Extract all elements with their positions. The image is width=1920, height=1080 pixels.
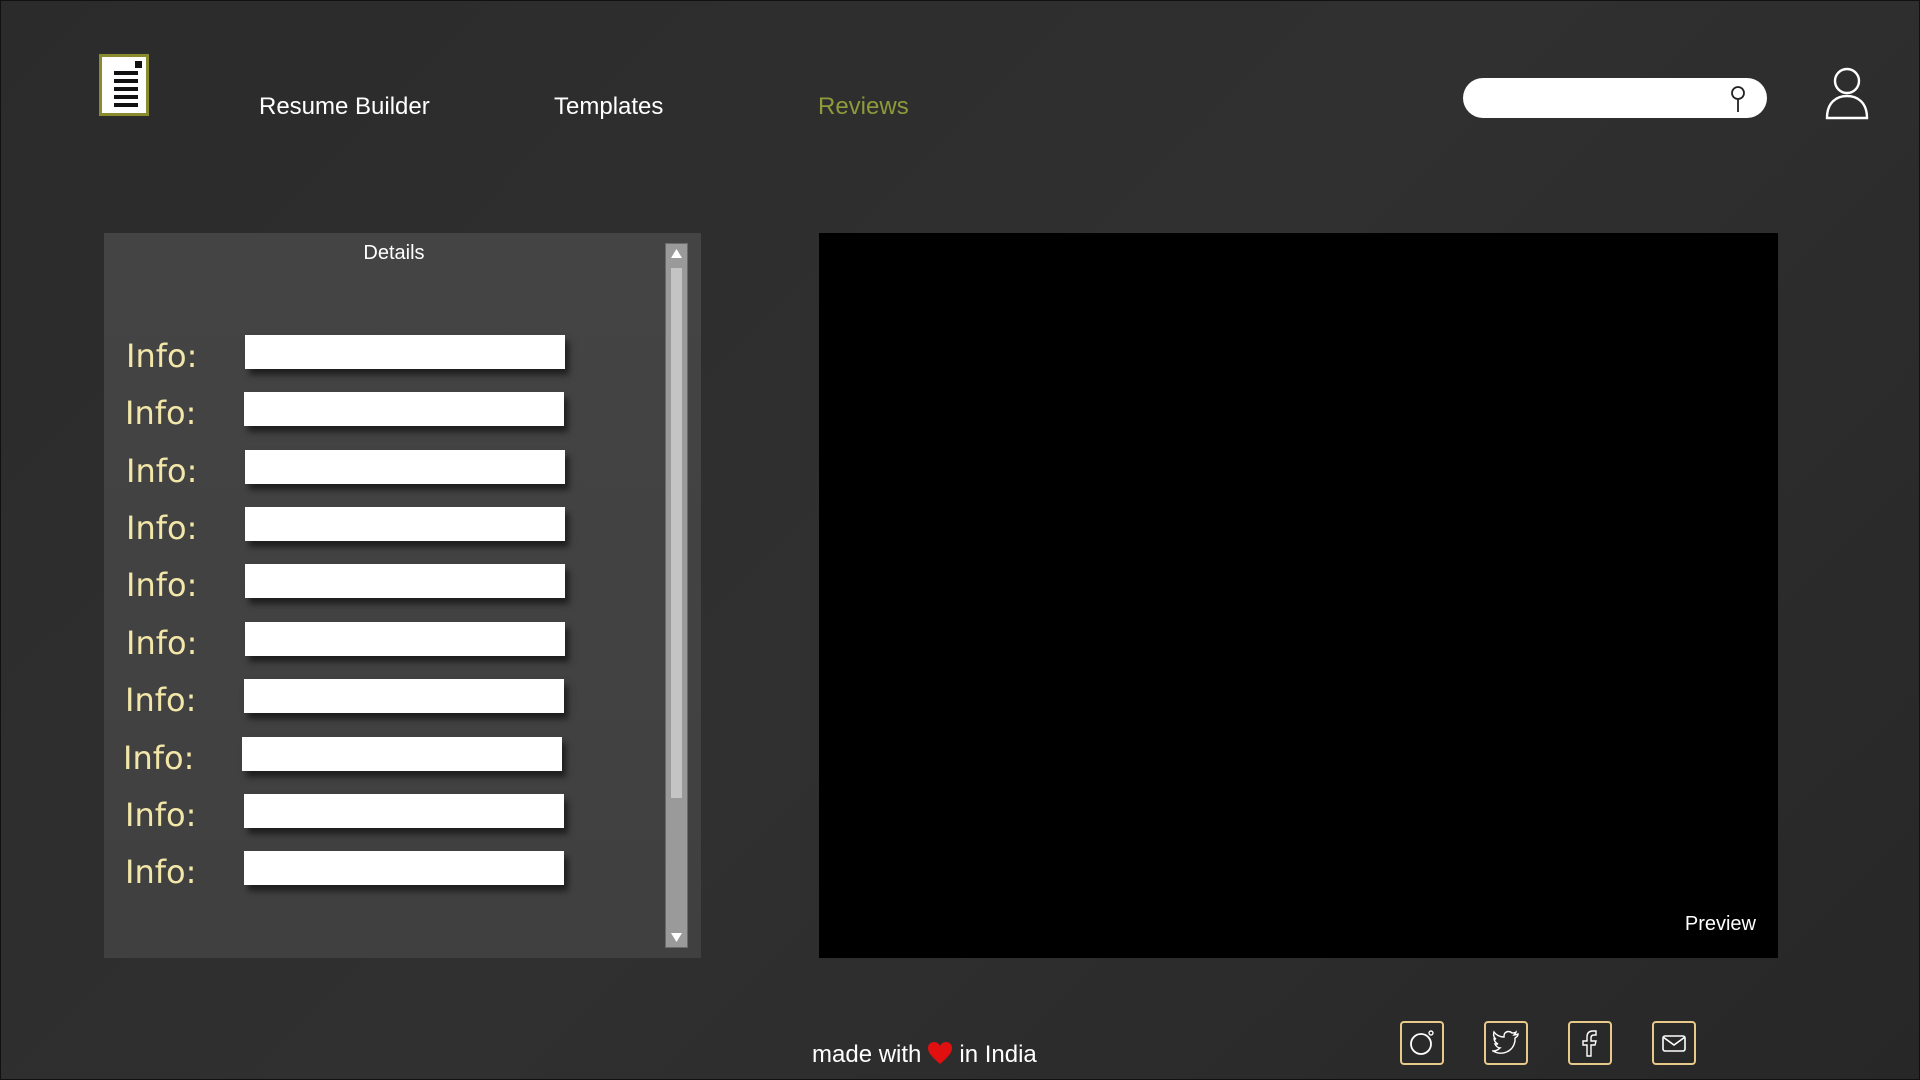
info-label: Info: bbox=[126, 624, 198, 662]
info-label: Info: bbox=[126, 509, 198, 547]
details-scrollbar[interactable] bbox=[665, 243, 688, 948]
instagram-button[interactable] bbox=[1400, 1021, 1444, 1065]
info-row: Info: bbox=[104, 505, 604, 547]
info-label: Info: bbox=[126, 452, 198, 490]
made-with-label: made with bbox=[812, 1041, 922, 1068]
search-icon[interactable] bbox=[1727, 84, 1749, 114]
heart-icon bbox=[928, 1042, 953, 1064]
user-avatar-icon[interactable] bbox=[1825, 66, 1869, 120]
app-window: Resume Builder Templates Reviews Details… bbox=[0, 0, 1920, 1080]
twitter-icon bbox=[1492, 1030, 1519, 1054]
info-row: Info: bbox=[104, 448, 604, 490]
made-with-text: made with in India bbox=[812, 1041, 1037, 1069]
twitter-button[interactable] bbox=[1484, 1021, 1528, 1065]
info-input[interactable] bbox=[244, 679, 564, 713]
preview-panel: Preview bbox=[819, 233, 1778, 958]
info-input[interactable] bbox=[245, 335, 565, 369]
nav-templates[interactable]: Templates bbox=[554, 93, 663, 121]
details-panel: Details Info: Info: Info: Info: Info: In… bbox=[104, 233, 701, 958]
info-label: Info: bbox=[125, 394, 197, 432]
in-country-label: in India bbox=[959, 1041, 1037, 1068]
info-label: Info: bbox=[123, 739, 195, 777]
instagram-icon bbox=[1410, 1030, 1434, 1055]
search-input[interactable] bbox=[1479, 86, 1723, 112]
mail-button[interactable] bbox=[1652, 1021, 1696, 1065]
info-row: Info: bbox=[104, 849, 604, 891]
scroll-up-arrow-icon[interactable] bbox=[666, 244, 687, 264]
info-row: Info: bbox=[104, 735, 604, 777]
search-box bbox=[1463, 78, 1767, 118]
info-row: Info: bbox=[104, 620, 604, 662]
info-input[interactable] bbox=[245, 450, 565, 484]
scroll-thumb[interactable] bbox=[671, 268, 682, 798]
info-row: Info: bbox=[104, 792, 604, 834]
logo-document-icon[interactable] bbox=[99, 54, 149, 116]
info-input[interactable] bbox=[242, 737, 562, 771]
info-row: Info: bbox=[104, 333, 604, 375]
info-row: Info: bbox=[104, 390, 604, 432]
mail-icon bbox=[1662, 1035, 1686, 1052]
info-input[interactable] bbox=[244, 794, 564, 828]
info-input[interactable] bbox=[244, 392, 564, 426]
details-title: Details bbox=[363, 242, 425, 264]
info-label: Info: bbox=[125, 853, 197, 891]
info-input[interactable] bbox=[245, 507, 565, 541]
info-input[interactable] bbox=[244, 851, 564, 885]
info-input[interactable] bbox=[245, 622, 565, 656]
info-row: Info: bbox=[104, 677, 604, 719]
info-label: Info: bbox=[126, 337, 198, 375]
preview-label: Preview bbox=[1684, 913, 1756, 935]
nav-reviews[interactable]: Reviews bbox=[818, 93, 909, 121]
scroll-down-arrow-icon[interactable] bbox=[666, 927, 687, 947]
info-label: Info: bbox=[125, 681, 197, 719]
facebook-icon bbox=[1582, 1030, 1597, 1057]
info-label: Info: bbox=[126, 566, 198, 604]
info-row: Info: bbox=[104, 562, 604, 604]
facebook-button[interactable] bbox=[1568, 1021, 1612, 1065]
nav-resume-builder[interactable]: Resume Builder bbox=[259, 93, 430, 121]
info-input[interactable] bbox=[245, 564, 565, 598]
info-label: Info: bbox=[125, 796, 197, 834]
